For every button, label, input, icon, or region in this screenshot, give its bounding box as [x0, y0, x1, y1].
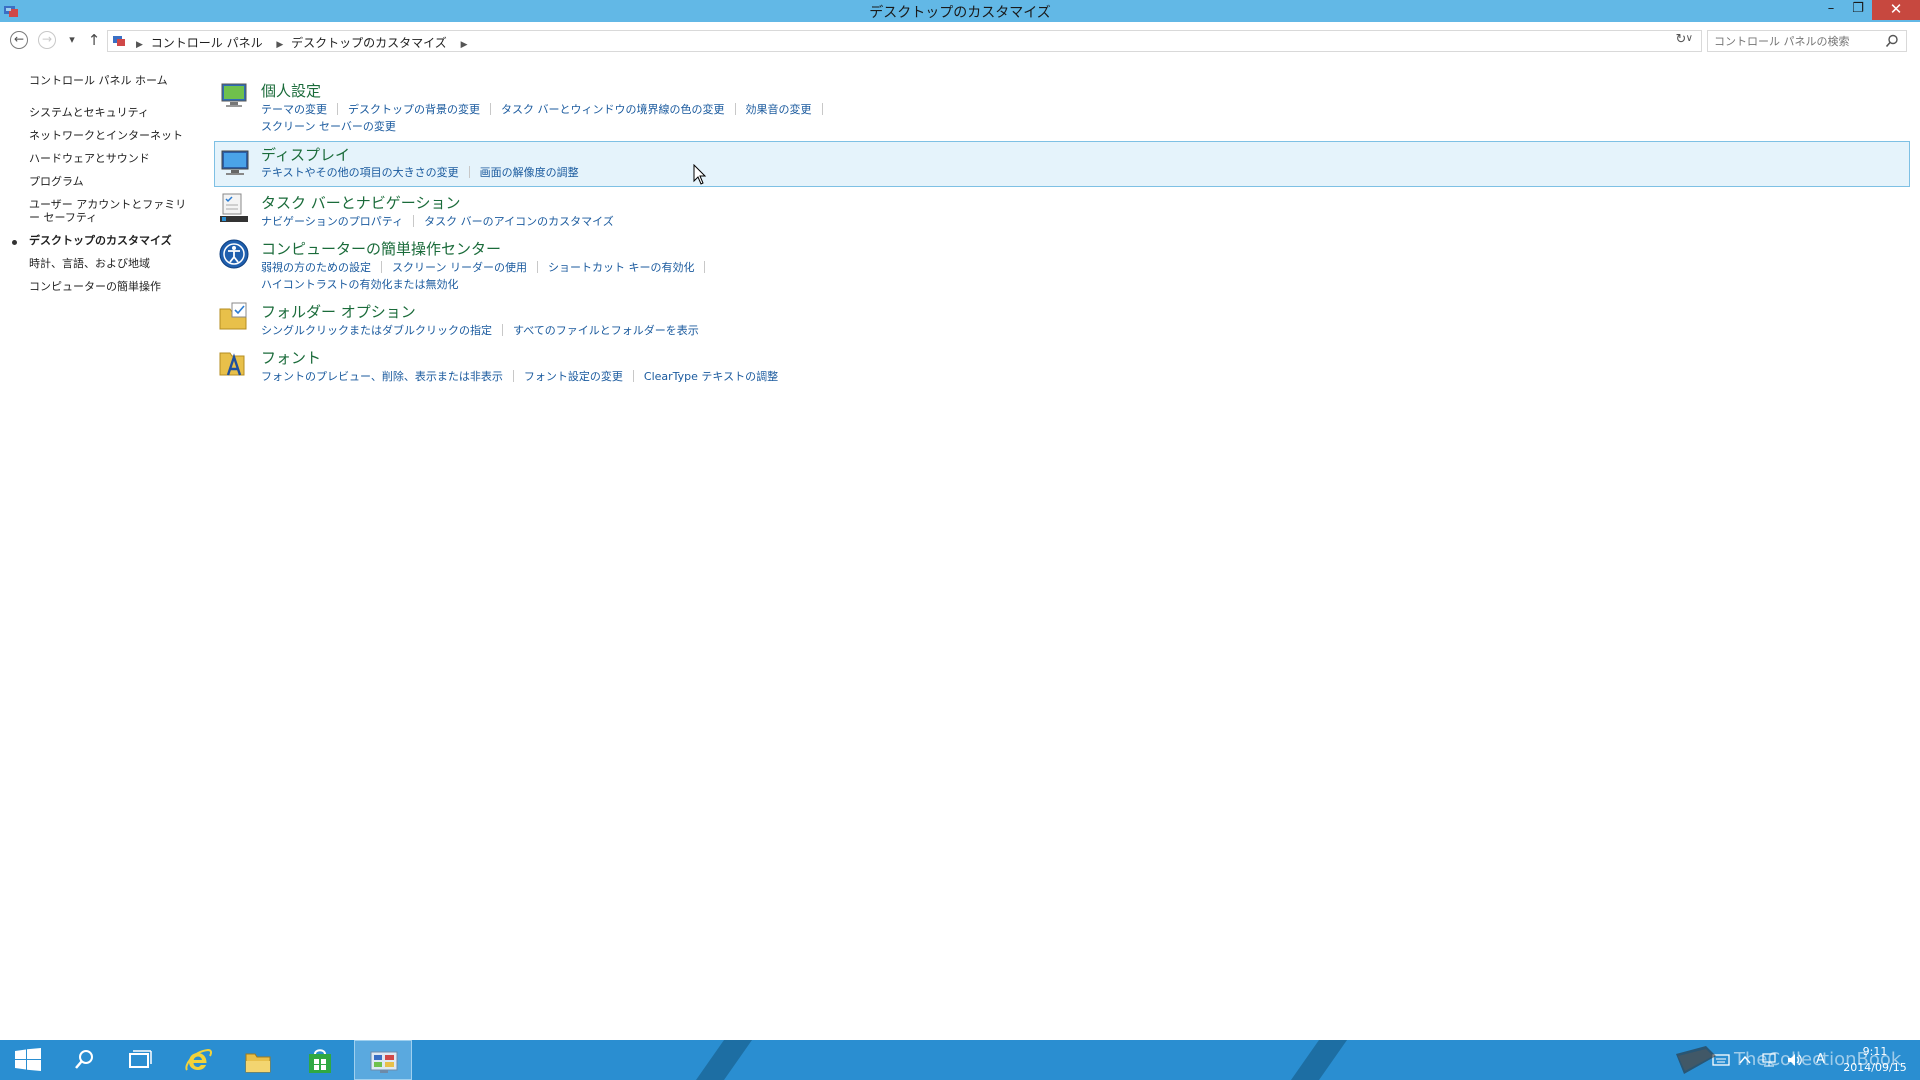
taskbar-search-button[interactable]: [56, 1040, 112, 1080]
group-fonts: フォント フォントのプレビュー、削除、表示または非表示 フォント設定の変更 Clea…: [214, 343, 1910, 387]
recent-locations-button[interactable]: ▾: [62, 30, 82, 50]
book-logo-icon: [1676, 1046, 1716, 1074]
store-button[interactable]: [292, 1040, 348, 1080]
link-change-text-size[interactable]: テキストやその他の項目の大きさの変更: [261, 164, 459, 180]
ease-of-access-icon[interactable]: [218, 238, 250, 270]
link-change-font-settings[interactable]: フォント設定の変更: [524, 368, 623, 384]
link-adjust-cleartype[interactable]: ClearType テキストの調整: [644, 368, 778, 384]
refresh-button[interactable]: ↻: [1672, 31, 1690, 49]
restore-button[interactable]: ❐: [1845, 0, 1871, 20]
link-use-screen-reader[interactable]: スクリーン リーダーの使用: [392, 259, 527, 275]
internet-explorer-button[interactable]: [170, 1040, 226, 1080]
task-view-icon: [129, 1050, 152, 1068]
sidebar-item-desktop-customization[interactable]: デスクトップのカスタマイズ: [29, 234, 194, 247]
close-button[interactable]: ✕: [1872, 0, 1920, 20]
sidebar-item-user-accounts[interactable]: ユーザー アカウントとファミリー セーフティ: [29, 198, 194, 224]
link-separator: [502, 324, 503, 336]
breadcrumb: ▶ コントロール パネル ▶ デスクトップのカスタマイズ ▶: [130, 34, 472, 51]
link-separator: [632, 370, 634, 382]
link-separator: [490, 103, 491, 115]
minimize-button[interactable]: –: [1818, 0, 1844, 20]
file-explorer-button[interactable]: [230, 1040, 286, 1080]
breadcrumb-desktop-customization[interactable]: デスクトップのカスタマイズ: [291, 36, 447, 50]
fonts-icon[interactable]: [218, 347, 250, 379]
mouse-cursor-icon: [693, 164, 707, 185]
search-input[interactable]: [1707, 30, 1907, 52]
breadcrumb-separator[interactable]: ▶: [136, 40, 143, 50]
link-single-double-click[interactable]: シングルクリックまたはダブルクリックの指定: [261, 322, 492, 338]
link-separator: [337, 103, 338, 115]
link-separator: [704, 261, 706, 273]
group-title-folder-options[interactable]: フォルダー オプション: [261, 301, 416, 322]
start-icon: [15, 1048, 41, 1071]
internet-explorer-icon: [185, 1048, 212, 1071]
link-enable-shortcut-keys[interactable]: ショートカット キーの有効化: [548, 259, 695, 275]
title-bar: デスクトップのカスタマイズ – ❐ ✕: [0, 0, 1920, 22]
link-toggle-high-contrast[interactable]: ハイコントラストの有効化または無効化: [261, 276, 459, 292]
group-taskbar-navigation: タスク バーとナビゲーション ナビゲーションのプロパティ タスク バーのアイコンの…: [214, 188, 1910, 232]
sidebar-item-network-internet[interactable]: ネットワークとインターネット: [29, 129, 194, 142]
link-low-vision-settings[interactable]: 弱視の方のための設定: [261, 259, 371, 275]
file-explorer-icon: [245, 1053, 271, 1073]
link-change-desktop-background[interactable]: デスクトップの背景の変更: [348, 101, 480, 117]
link-adjust-screen-resolution[interactable]: 画面の解像度の調整: [480, 164, 579, 180]
group-title-personalization[interactable]: 個人設定: [261, 80, 321, 101]
breadcrumb-separator[interactable]: ▶: [276, 40, 283, 50]
link-separator: [381, 261, 382, 273]
group-folder-options: フォルダー オプション シングルクリックまたはダブルクリックの指定 すべてのファイ…: [214, 297, 1910, 341]
link-show-all-files-folders[interactable]: すべてのファイルとフォルダーを表示: [513, 322, 699, 338]
control-panel-icon: [370, 1051, 398, 1073]
link-separator: [536, 261, 538, 273]
folder-options-icon[interactable]: [218, 301, 250, 333]
display-icon[interactable]: [219, 147, 251, 179]
store-icon: [309, 1049, 331, 1073]
watermark-text: TheCollectionBook: [1734, 1049, 1902, 1070]
group-title-fonts[interactable]: フォント: [261, 347, 321, 368]
link-change-taskbar-window-color[interactable]: タスク バーとウィンドウの境界線の色の変更: [501, 101, 725, 117]
link-separator: [413, 215, 415, 227]
sidebar-item-ease-of-access[interactable]: コンピューターの簡単操作: [29, 280, 194, 293]
sidebar-item-hardware-sound[interactable]: ハードウェアとサウンド: [29, 152, 194, 165]
link-change-sound-effects[interactable]: 効果音の変更: [746, 101, 812, 117]
task-view-button[interactable]: [112, 1040, 168, 1080]
link-change-theme[interactable]: テーマの変更: [261, 101, 327, 117]
link-customize-taskbar-icons[interactable]: タスク バーのアイコンのカスタマイズ: [424, 213, 614, 229]
window-title: デスクトップのカスタマイズ: [869, 5, 1051, 21]
link-preview-delete-fonts[interactable]: フォントのプレビュー、削除、表示または非表示: [261, 368, 503, 384]
search-icon[interactable]: [1885, 34, 1899, 48]
group-title-ease-of-access-center[interactable]: コンピューターの簡単操作センター: [261, 238, 501, 259]
breadcrumb-control-panel[interactable]: コントロール パネル: [151, 36, 263, 50]
group-display: ディスプレイ テキストやその他の項目の大きさの変更 画面の解像度の調整: [214, 141, 1910, 187]
taskbar-icon[interactable]: [218, 192, 250, 224]
control-panel-breadcrumb-icon: [113, 36, 125, 46]
link-change-screen-saver[interactable]: スクリーン セーバーの変更: [261, 118, 396, 134]
group-title-taskbar-navigation[interactable]: タスク バーとナビゲーション: [261, 192, 460, 213]
link-separator: [734, 103, 736, 115]
back-button[interactable]: ←: [10, 31, 28, 49]
link-separator: [512, 370, 514, 382]
group-title-display[interactable]: ディスプレイ: [261, 144, 350, 165]
link-separator: [468, 166, 470, 178]
forward-button[interactable]: →: [38, 31, 56, 49]
current-item-bullet: [12, 240, 17, 245]
control-panel-taskbar-button[interactable]: [354, 1040, 412, 1080]
navigation-bar: ← → ▾ ↑ ▶ コントロール パネル ▶ デスクトップのカスタマイズ ▶ ∨…: [0, 22, 1920, 58]
link-separator: [821, 103, 823, 115]
taskbar: A 9:11 2014/09/15: [0, 1040, 1920, 1080]
group-ease-of-access-center: コンピューターの簡単操作センター 弱視の方のための設定 スクリーン リーダーの使用…: [214, 234, 1910, 292]
sidebar-item-control-panel-home[interactable]: コントロール パネル ホーム: [29, 74, 194, 87]
taskbar-decoration: [1283, 1040, 1355, 1080]
sidebar-item-system-security[interactable]: システムとセキュリティ: [29, 106, 194, 119]
search-icon: [75, 1050, 93, 1069]
breadcrumb-separator[interactable]: ▶: [461, 40, 468, 50]
up-button[interactable]: ↑: [84, 30, 104, 50]
start-button[interactable]: [0, 1040, 56, 1080]
personalization-icon[interactable]: [218, 80, 250, 112]
sidebar-item-clock-language-region[interactable]: 時計、言語、および地域: [29, 257, 194, 270]
group-personalization: 個人設定 テーマの変更 デスクトップの背景の変更 タスク バーとウィンドウの境界線の…: [214, 76, 1910, 134]
address-bar[interactable]: ▶ コントロール パネル ▶ デスクトップのカスタマイズ ▶ ∨: [107, 30, 1702, 52]
taskbar-decoration: [688, 1040, 760, 1080]
link-navigation-properties[interactable]: ナビゲーションのプロパティ: [261, 213, 403, 229]
sidebar-item-programs[interactable]: プログラム: [29, 175, 194, 188]
